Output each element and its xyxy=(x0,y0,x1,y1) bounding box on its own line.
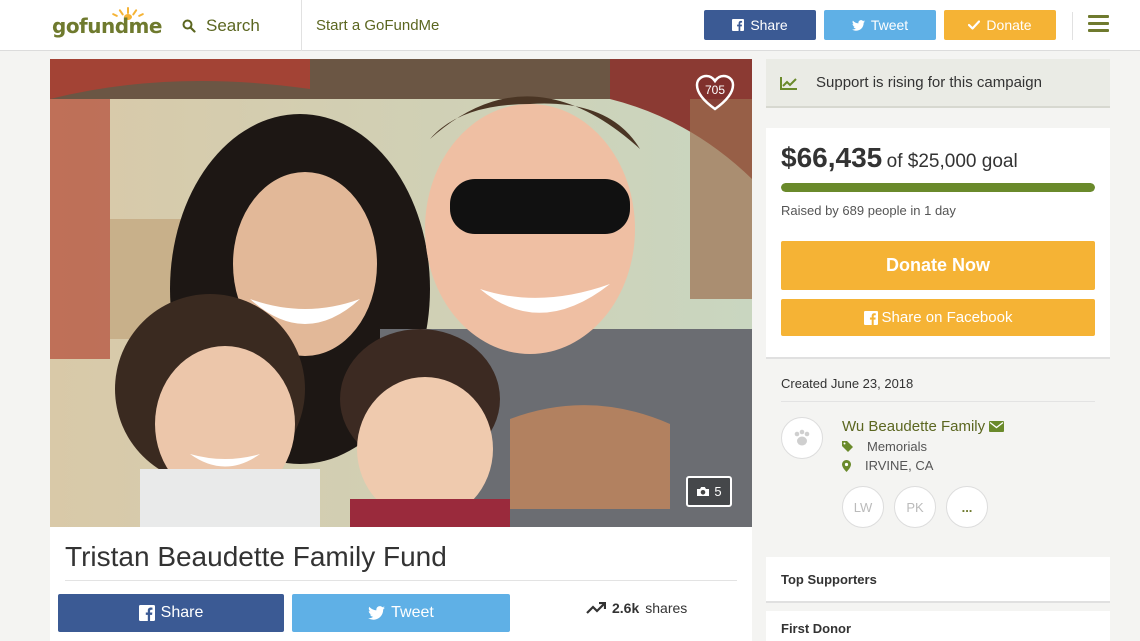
family-photo-illustration xyxy=(50,59,752,527)
location-label: IRVINE, CA xyxy=(865,458,934,473)
raised-by-text: Raised by 689 people in 1 day xyxy=(781,203,956,218)
organizer-name-link[interactable]: Wu Beaudette Family xyxy=(842,418,1005,435)
organizer-category: Memorials xyxy=(842,439,927,454)
header-donate-label: Donate xyxy=(986,17,1032,33)
organizer-location: IRVINE, CA xyxy=(842,458,933,473)
header-divider xyxy=(1072,12,1073,40)
shares-label: shares xyxy=(645,600,688,616)
header-share-button[interactable]: Share xyxy=(704,10,816,40)
shares-count: 2.6k shares xyxy=(586,600,687,616)
search-label: Search xyxy=(206,15,260,35)
first-donor-panel[interactable]: First Donor xyxy=(766,611,1110,641)
progress-bar xyxy=(781,183,1095,192)
facebook-share-label: Share xyxy=(160,604,204,621)
raised-summary: $66,435 of $25,000 goal xyxy=(781,142,1018,174)
header-donate-button[interactable]: Donate xyxy=(944,10,1056,40)
progress-bar-fill xyxy=(781,183,1095,192)
photo-count: 5 xyxy=(714,484,722,499)
created-date: Created June 23, 2018 xyxy=(781,376,914,391)
top-header: gofundme Search Start a GoFundMe Share T… xyxy=(0,0,1140,51)
donor-avatar[interactable]: PK xyxy=(894,486,936,528)
header-tweet-label: Tweet xyxy=(870,17,909,33)
more-donors-button[interactable]: ... xyxy=(946,486,988,528)
facebook-icon xyxy=(138,605,155,621)
heart-count: 705 xyxy=(704,83,726,97)
organizer-avatar[interactable] xyxy=(781,417,823,459)
campaign-title: Tristan Beaudette Family Fund xyxy=(65,541,447,572)
check-icon xyxy=(968,20,981,30)
share-on-facebook-label: Share on Facebook xyxy=(881,309,1013,326)
title-divider xyxy=(65,580,737,581)
twitter-tweet-label: Tweet xyxy=(391,604,434,621)
tag-icon xyxy=(842,441,853,452)
shares-number: 2.6k xyxy=(612,600,640,616)
twitter-icon xyxy=(851,19,865,31)
trending-chart-icon xyxy=(780,76,797,90)
facebook-share-button[interactable]: Share xyxy=(58,594,284,632)
photo-count-button[interactable]: 5 xyxy=(686,476,732,507)
gofundme-logo[interactable]: gofundme xyxy=(52,7,162,40)
category-label: Memorials xyxy=(867,439,927,454)
twitter-icon xyxy=(368,606,386,620)
share-on-facebook-button[interactable]: Share on Facebook xyxy=(781,299,1095,336)
support-rising-text: Support is rising for this campaign xyxy=(816,74,1042,91)
facebook-icon xyxy=(863,310,878,325)
goal-text: of $25,000 goal xyxy=(886,151,1018,172)
organizer-divider xyxy=(781,401,1095,402)
header-share-label: Share xyxy=(750,17,788,33)
facebook-icon xyxy=(732,19,745,31)
campaign-photo[interactable] xyxy=(50,59,752,527)
camera-icon xyxy=(697,487,710,496)
support-rising-banner: Support is rising for this campaign xyxy=(766,59,1110,108)
twitter-tweet-button[interactable]: Tweet xyxy=(292,594,510,632)
start-gofundme-link[interactable]: Start a GoFundMe xyxy=(316,17,439,34)
top-supporters-panel[interactable]: Top Supporters xyxy=(766,557,1110,603)
search-icon xyxy=(182,19,196,33)
donation-card: $66,435 of $25,000 goal Raised by 689 pe… xyxy=(766,128,1110,359)
raised-amount: $66,435 xyxy=(781,142,883,173)
envelope-icon[interactable] xyxy=(989,421,1005,432)
campaign-title-card: Tristan Beaudette Family Fund Share Twee… xyxy=(50,527,752,641)
donor-avatar[interactable]: LW xyxy=(842,486,884,528)
paw-icon xyxy=(794,429,810,446)
header-tweet-button[interactable]: Tweet xyxy=(824,10,936,40)
map-pin-icon xyxy=(842,459,851,472)
search-button[interactable]: Search xyxy=(168,0,302,51)
organizer-name: Wu Beaudette Family xyxy=(842,418,986,435)
trending-up-icon xyxy=(586,602,606,614)
hamburger-menu-icon[interactable] xyxy=(1088,15,1109,34)
donate-now-button[interactable]: Donate Now xyxy=(781,241,1095,290)
logo-text: gofundme xyxy=(52,14,162,38)
first-donor-label: First Donor xyxy=(781,620,852,636)
top-supporters-label: Top Supporters xyxy=(781,571,877,587)
